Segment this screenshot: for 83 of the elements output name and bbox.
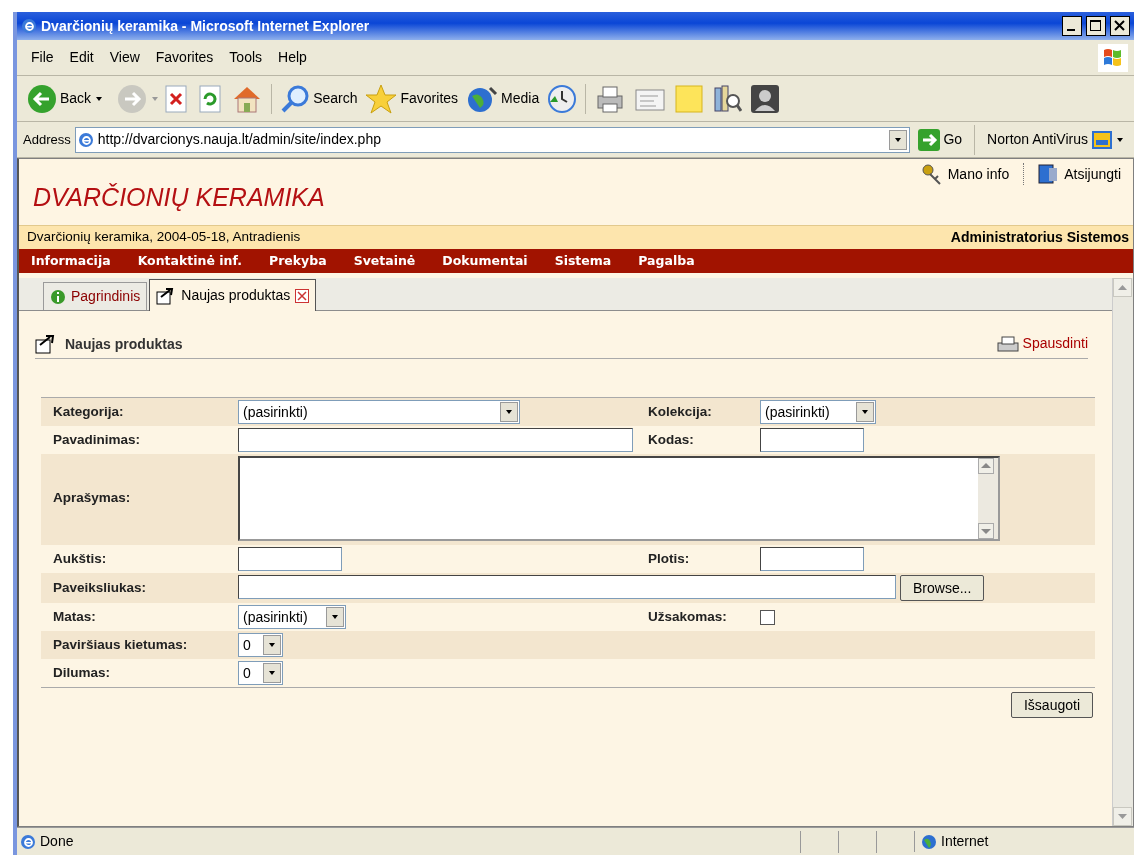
date-text: Dvarčionių keramika, 2004-05-18, Antradienis: [27, 228, 301, 247]
header-link[interactable]: Atsijungti: [1023, 163, 1121, 185]
save-button[interactable]: Išsaugoti: [1010, 692, 1093, 718]
field-label: Užsakomas:: [647, 607, 728, 626]
refresh-icon: [197, 84, 224, 113]
search-button[interactable]: Search: [276, 81, 362, 116]
printer-icon: [995, 336, 1020, 354]
menu-item[interactable]: File: [23, 45, 62, 70]
select-field[interactable]: (pasirinkti): [760, 400, 876, 424]
field-label: Pavadinimas:: [52, 430, 142, 449]
norton-antivirus-button[interactable]: Norton AntiVirus: [983, 127, 1128, 152]
dropdown-caret-icon: [1116, 136, 1124, 143]
books-icon: [712, 83, 743, 114]
browse-button[interactable]: Browse...: [900, 575, 985, 601]
menu-item[interactable]: Favorites: [147, 45, 222, 70]
address-label: Address: [23, 130, 71, 149]
star-icon: [365, 83, 398, 114]
menu-item[interactable]: Edit: [61, 45, 102, 70]
text-input[interactable]: [238, 428, 633, 452]
maximize-icon[interactable]: [1086, 16, 1106, 36]
field-label: Kategorija:: [52, 402, 125, 421]
nav-link[interactable]: Sistema: [554, 251, 612, 271]
close-icon[interactable]: [1110, 16, 1130, 36]
header-link[interactable]: Mano info: [919, 163, 1010, 185]
text-input[interactable]: [760, 547, 864, 571]
page-heading: Naujas produktas: [35, 334, 183, 354]
nav-link[interactable]: Kontaktinė inf.: [137, 251, 242, 271]
shield-icon: [1091, 129, 1113, 150]
person-silhouette-icon: [750, 83, 781, 114]
text-input[interactable]: [238, 547, 342, 571]
media-button[interactable]: Media: [462, 81, 544, 116]
go-button[interactable]: Go: [914, 126, 967, 153]
text-input[interactable]: [760, 428, 864, 452]
field-label: Paveiksliukas:: [52, 578, 148, 597]
favorites-button[interactable]: Favorites: [361, 81, 463, 116]
sticky-note-icon: [674, 83, 705, 114]
field-label: Kodas:: [647, 430, 695, 449]
textarea-field[interactable]: [238, 456, 1000, 541]
field-label: Plotis:: [647, 549, 691, 568]
scrollbar[interactable]: [978, 458, 998, 539]
nav-link[interactable]: Pagalba: [638, 251, 695, 271]
file-path-input[interactable]: [238, 575, 896, 599]
address-field[interactable]: http://dvarcionys.nauja.lt/admin/site/index.php: [74, 126, 911, 153]
stop-icon: [163, 84, 190, 113]
window-title: Dvarčionių keramika - Microsoft Internet Explorer: [41, 16, 370, 36]
field-label: Matas:: [52, 607, 97, 626]
select-field[interactable]: 0: [238, 661, 283, 685]
print-link[interactable]: Spausdinti: [995, 333, 1088, 354]
nav-link[interactable]: Informacija: [31, 251, 111, 271]
select-field[interactable]: (pasirinkti): [238, 400, 520, 424]
globe-icon: [921, 833, 937, 850]
scroll-up-icon[interactable]: [978, 458, 994, 474]
nav-link[interactable]: Svetainė: [353, 251, 416, 271]
menu-item[interactable]: View: [101, 45, 148, 70]
field-label: Aprašymas:: [52, 489, 132, 508]
menu-item[interactable]: Tools: [221, 45, 271, 70]
checkbox[interactable]: [760, 609, 775, 625]
tab[interactable]: Pagrindinis: [43, 282, 148, 310]
user-name: Administratorius Sistemos: [950, 228, 1129, 247]
address-url: http://dvarcionys.nauja.lt/admin/site/index.php: [97, 130, 381, 149]
site-logo: DVARČIONIŲ KERAMIKA: [33, 182, 325, 213]
nav-link[interactable]: Prekyba: [269, 251, 327, 271]
browser-icon: [21, 18, 37, 34]
menu-item[interactable]: Help: [270, 45, 315, 70]
select-field[interactable]: 0: [238, 633, 283, 657]
field-label: Aukštis:: [52, 549, 108, 568]
scroll-down-icon[interactable]: [978, 523, 994, 539]
field-label: Kolekcija:: [647, 402, 713, 421]
status-text: Done: [40, 832, 74, 851]
info-icon: [50, 288, 66, 305]
windows-logo-icon: [1098, 43, 1128, 72]
tab[interactable]: Naujas produktas: [149, 279, 317, 311]
field-label: Dilumas:: [52, 663, 111, 682]
back-button[interactable]: Back: [23, 81, 96, 116]
minimize-icon[interactable]: [1062, 16, 1082, 36]
field-label: Paviršiaus kietumas:: [52, 635, 189, 654]
dropdown-caret-icon[interactable]: [95, 95, 104, 102]
document-arrow-icon: [35, 334, 57, 354]
clock-icon: [547, 83, 578, 114]
search-icon: [280, 83, 311, 114]
select-field[interactable]: (pasirinkti): [238, 605, 346, 629]
zone-text: Internet: [941, 832, 989, 851]
nav-link[interactable]: Dokumentai: [442, 251, 528, 271]
